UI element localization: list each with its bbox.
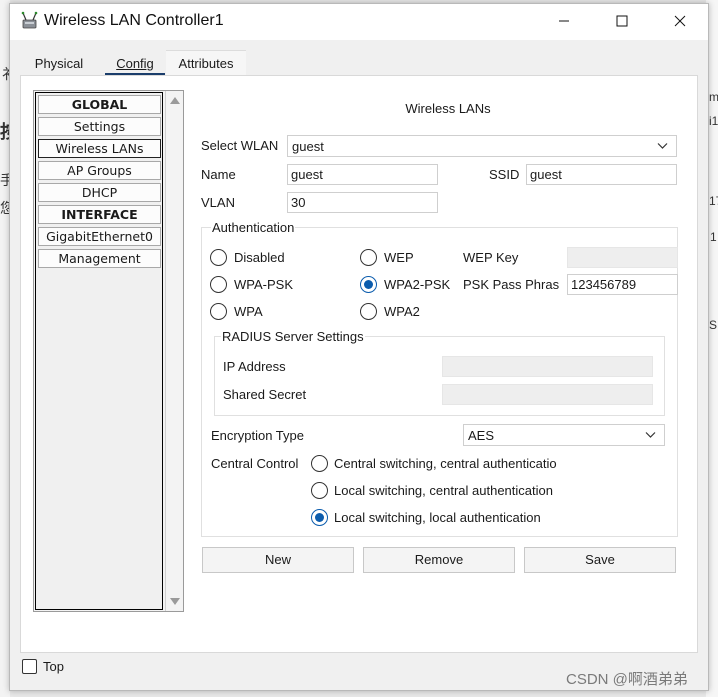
name-input[interactable]: guest [287,164,438,185]
ssid-input[interactable]: guest [526,164,677,185]
vlan-input[interactable]: 30 [287,192,438,213]
close-icon [674,15,686,27]
tab-attributes[interactable]: Attributes [166,50,246,76]
radio-wpa[interactable] [210,303,227,320]
maximize-icon [616,15,628,27]
background-text: S [709,318,718,332]
radio-wpa2-psk[interactable] [360,276,377,293]
chevron-down-icon [657,143,668,149]
radio-wpa2-label[interactable]: WPA2 [384,304,420,319]
top-checkbox-label[interactable]: Top [43,659,64,674]
radio-wpa-psk-label[interactable]: WPA-PSK [234,277,293,292]
new-button[interactable]: New [202,547,354,573]
config-nav: GLOBAL Settings Wireless LANs AP Groups … [33,90,184,612]
radio-wpa-label[interactable]: WPA [234,304,263,319]
tab-label: Attributes [178,56,234,71]
vlan-label: VLAN [201,195,235,210]
shared-secret-input [442,384,653,405]
nav-item-ap-groups[interactable]: AP Groups [38,161,161,180]
psk-pass-phrase-label: PSK Pass Phras [463,277,560,292]
background-text: 17 [709,194,718,208]
tab-label: Physical [34,56,84,71]
encryption-type-label: Encryption Type [211,428,304,443]
wep-key-input [567,247,678,268]
ip-address-input [442,356,653,377]
background-text: m [709,90,718,104]
select-wlan-dropdown[interactable]: guest [287,135,677,157]
tab-physical[interactable]: Physical [24,50,94,76]
scroll-up-icon[interactable] [170,97,180,104]
ssid-label: SSID [489,167,520,182]
radio-wpa-psk[interactable] [210,276,227,293]
minimize-button[interactable] [535,4,593,38]
scroll-down-icon[interactable] [170,598,180,605]
name-label: Name [201,167,236,182]
radio-central-switching-central-auth[interactable] [311,455,328,472]
watermark-text: CSDN @啊酒弟弟 [566,671,688,688]
close-button[interactable] [651,4,709,38]
background-text: 1 [710,230,717,244]
config-content: GLOBAL Settings Wireless LANs AP Groups … [20,75,698,653]
nav-item-management[interactable]: Management [38,249,161,268]
ip-address-label: IP Address [223,359,286,374]
save-button[interactable]: Save [524,547,676,573]
tab-label: Config [116,56,154,71]
minimize-icon [559,20,569,22]
panel-title: Wireless LANs [405,101,491,116]
radio-local-switching-central-auth[interactable] [311,482,328,499]
encryption-type-dropdown[interactable]: AES [463,424,665,446]
authentication-legend: Authentication [211,220,296,235]
background-text: i1 [709,114,718,128]
radio-wep-label[interactable]: WEP [384,250,414,265]
radio-local-switching-local-auth-label[interactable]: Local switching, local authentication [334,510,541,525]
nav-item-dhcp[interactable]: DHCP [38,183,161,202]
psk-pass-phrase-input[interactable]: 123456789 [567,274,678,295]
radius-server-legend: RADIUS Server Settings [221,329,365,344]
top-checkbox[interactable] [22,659,37,674]
wlc-window: Wireless LAN Controller1 Physical Config… [9,3,709,691]
radio-local-switching-local-auth[interactable] [311,509,328,526]
central-control-label: Central Control [211,456,299,471]
shared-secret-label: Shared Secret [223,387,307,402]
radio-local-switching-central-auth-label[interactable]: Local switching, central authentication [334,483,553,498]
radio-disabled-label[interactable]: Disabled [234,250,285,265]
nav-scrollbar[interactable] [165,91,183,611]
config-nav-list: GLOBAL Settings Wireless LANs AP Groups … [35,92,163,610]
remove-button[interactable]: Remove [363,547,515,573]
select-wlan-value: guest [292,139,324,154]
nav-item-gigabitethernet0[interactable]: GigabitEthernet0 [38,227,161,246]
nav-global-header: GLOBAL [38,95,161,114]
nav-item-settings[interactable]: Settings [38,117,161,136]
window-title: Wireless LAN Controller1 [44,12,224,29]
wep-key-label: WEP Key [463,250,519,265]
select-wlan-label: Select WLAN [201,138,279,153]
nav-item-wireless-lans[interactable]: Wireless LANs [38,139,161,158]
chevron-down-icon [645,432,656,438]
maximize-button[interactable] [593,4,651,38]
title-bar[interactable]: Wireless LAN Controller1 [10,4,708,40]
radio-wpa2[interactable] [360,303,377,320]
encryption-type-value: AES [468,428,495,443]
radio-disabled[interactable] [210,249,227,266]
radio-wep[interactable] [360,249,377,266]
radio-central-switching-central-auth-label[interactable]: Central switching, central authenticatio [334,456,562,471]
wireless-controller-icon [20,11,40,31]
nav-interface-header: INTERFACE [38,205,161,224]
radio-wpa2-psk-label[interactable]: WPA2-PSK [384,277,450,292]
